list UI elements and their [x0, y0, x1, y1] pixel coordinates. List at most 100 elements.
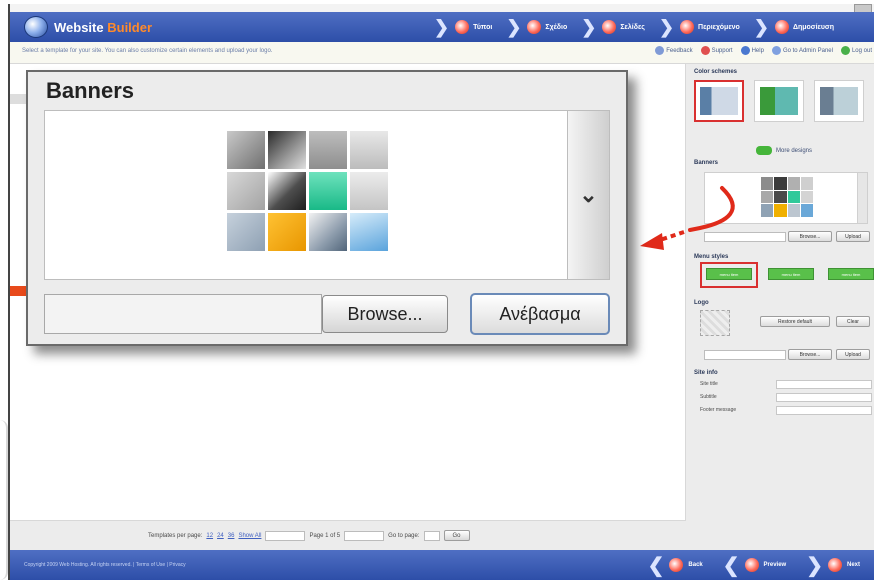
support-link[interactable]: Support [700, 46, 733, 55]
settings-panel: Color schemes More designs Banners Brows… [686, 64, 874, 550]
banner-tile [350, 213, 388, 251]
step-label: Σελίδες [620, 23, 645, 31]
per-page-36[interactable]: 36 [228, 533, 235, 539]
menu-style-2[interactable]: menu item [768, 268, 814, 280]
step-label: Σχέδιο [545, 23, 568, 31]
clear-logo-button[interactable]: Clear [836, 316, 870, 327]
banners-dialog: Banners ⌄ Browse... Ανέβασμα [26, 70, 628, 346]
app-title-part2: Builder [107, 19, 153, 35]
footer-bar: Copyright 2009 Web Hosting. All rights r… [10, 550, 874, 580]
chevron-right-icon: ❯ [581, 16, 597, 37]
back-label: Back [688, 562, 703, 568]
banner-upload-button[interactable]: Upload [836, 231, 870, 242]
info-links: Feedback Support Help Go to Admin Panel … [655, 46, 872, 55]
chevron-right-icon: ❯ [434, 16, 450, 37]
banner-tile [350, 131, 388, 169]
banner-tile [309, 172, 347, 210]
feedback-link[interactable]: Feedback [655, 46, 693, 55]
logo-title: Logo [694, 300, 709, 306]
next-page-box[interactable] [344, 530, 385, 541]
prev-page-box[interactable] [265, 530, 306, 541]
color-scheme-3[interactable] [814, 80, 864, 122]
banner-file-path-field[interactable] [44, 294, 322, 334]
banner-mosaic[interactable] [227, 131, 389, 257]
footer-message-field[interactable] [776, 406, 872, 415]
step-design[interactable]: ❯ Σχέδιο [500, 12, 575, 42]
preview-button[interactable]: ❮ Preview [717, 552, 796, 578]
banner-preview-area: ⌄ [44, 110, 610, 280]
go-button[interactable]: Go [443, 530, 470, 541]
pagination-bar: Templates per page: 12 24 36 Show All Pa… [10, 520, 686, 550]
preview-icon [744, 558, 759, 572]
logo-placeholder [700, 310, 730, 336]
support-icon [700, 46, 710, 55]
banner-tile [268, 131, 306, 169]
color-scheme-1[interactable] [694, 80, 744, 122]
color-schemes-title: Color schemes [694, 69, 738, 75]
step-icon [774, 20, 789, 34]
step-label: Τύποι [473, 23, 493, 31]
feedback-icon [655, 46, 665, 55]
more-designs-button[interactable]: More designs [756, 146, 812, 155]
go-to-page-label: Go to page: [388, 532, 420, 539]
app-title-part1: Website [54, 19, 104, 35]
show-all-link[interactable]: Show All [238, 533, 261, 539]
color-scheme-2[interactable] [754, 80, 804, 122]
step-publish[interactable]: ❯ Δημοσίευση [748, 12, 842, 42]
chevron-down-icon[interactable]: ⌄ [579, 182, 597, 208]
preview-scrollbar[interactable]: ⌄ [567, 111, 609, 279]
step-icon [455, 20, 470, 34]
step-icon [602, 20, 617, 34]
app-title: Website Builder [54, 20, 152, 35]
go-to-page-input[interactable] [423, 530, 440, 541]
banner-file-input[interactable] [704, 232, 786, 242]
logo-upload-button[interactable]: Upload [836, 349, 870, 360]
templates-per-page-label: Templates per page: [148, 532, 203, 539]
step-types[interactable]: ❯ Τύποι [428, 12, 500, 42]
footer-message-label: Footer message [700, 407, 737, 413]
help-link[interactable]: Help [740, 46, 764, 55]
banner-list [704, 172, 868, 224]
step-pages[interactable]: ❯ Σελίδες [575, 12, 653, 42]
preview-label: Preview [763, 562, 787, 568]
menu-style-3[interactable]: menu item [828, 268, 874, 280]
step-icon [680, 20, 695, 34]
next-icon [827, 558, 842, 572]
logout-link[interactable]: Log out [840, 46, 872, 55]
browse-button[interactable]: Browse... [322, 295, 448, 333]
per-page-12[interactable]: 12 [206, 533, 213, 539]
dialog-title: Banners [46, 78, 135, 103]
logout-icon [840, 46, 850, 55]
admin-icon [771, 46, 781, 55]
site-title-label: Site title [700, 381, 718, 387]
step-content[interactable]: ❯ Περιεχόμενο [653, 12, 748, 42]
back-icon [669, 558, 684, 572]
restore-default-button[interactable]: Restore default [760, 316, 830, 327]
subtitle-field[interactable] [776, 393, 872, 402]
next-button[interactable]: ❯ Next [800, 552, 870, 578]
site-title-field[interactable] [776, 380, 872, 389]
upload-button[interactable]: Ανέβασμα [470, 293, 610, 335]
logo-file-input[interactable] [704, 350, 786, 360]
admin-panel-link[interactable]: Go to Admin Panel [771, 46, 833, 55]
link-label: Feedback [666, 47, 693, 54]
banner-scrollbar[interactable] [857, 173, 867, 223]
link-label: Support [711, 47, 733, 54]
per-page-24[interactable]: 24 [217, 533, 224, 539]
logo-browse-button[interactable]: Browse... [788, 349, 832, 360]
banner-tile [227, 131, 265, 169]
menu-style-1[interactable]: menu item [706, 268, 752, 280]
banner-browse-button[interactable]: Browse... [788, 231, 832, 242]
pagination-controls: Templates per page: 12 24 36 Show All Pa… [148, 530, 470, 541]
site-info-title: Site info [694, 370, 718, 376]
step-icon [527, 20, 542, 34]
chevron-left-icon: ❮ [722, 554, 740, 577]
chevron-right-icon: ❯ [753, 16, 769, 37]
next-label: Next [846, 562, 860, 568]
banner-thumbnail[interactable] [761, 177, 813, 217]
footer-navigation: ❮ Back ❮ Preview ❯ Next [642, 552, 870, 578]
back-button[interactable]: ❮ Back [642, 552, 713, 578]
menu-styles-title: Menu styles [694, 254, 729, 260]
link-label: Go to Admin Panel [782, 47, 833, 54]
chevron-right-icon: ❯ [506, 16, 522, 37]
